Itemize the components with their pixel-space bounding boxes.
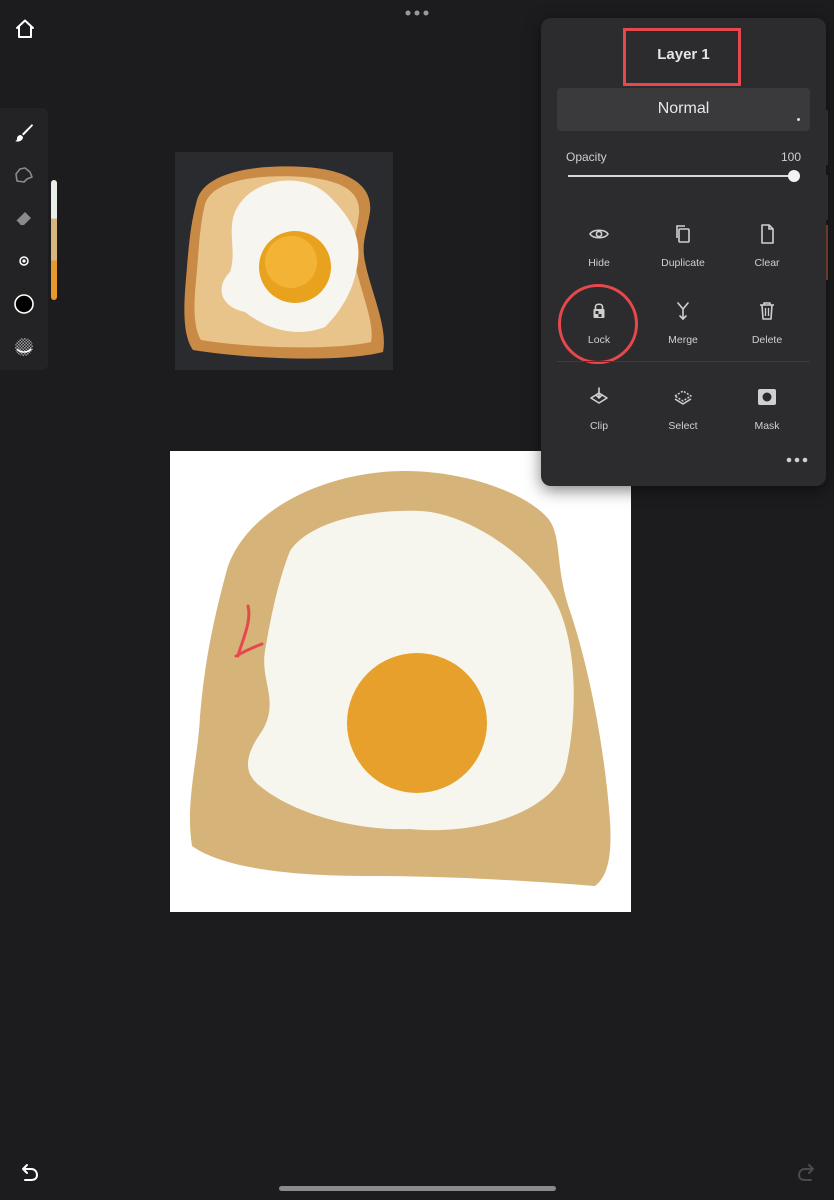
- duplicate-label: Duplicate: [661, 257, 705, 269]
- brush-icon: [15, 124, 33, 142]
- opacity-value: 100: [780, 150, 801, 164]
- document-icon: [761, 224, 774, 244]
- smudge-tool[interactable]: [10, 161, 38, 189]
- eraser-icon: [15, 212, 31, 226]
- redo-icon: [797, 1164, 814, 1181]
- left-toolbar: [0, 108, 48, 370]
- mask-icon: [758, 389, 776, 405]
- trash-icon: [760, 302, 774, 320]
- opacity-label: Opacity: [566, 150, 607, 164]
- merge-button[interactable]: Merge: [641, 299, 725, 359]
- edge-strip: [826, 225, 828, 280]
- opacity-slider-track[interactable]: [568, 175, 794, 177]
- brush-size-icon: [19, 256, 29, 266]
- opacity-icon: [15, 338, 33, 356]
- merge-icon: [677, 302, 689, 321]
- duplicate-icon: [676, 225, 690, 243]
- eye-icon: [589, 229, 609, 239]
- panel-more-button[interactable]: [785, 452, 809, 463]
- panel-divider: [557, 361, 810, 362]
- delete-label: Delete: [751, 334, 783, 346]
- clip-button[interactable]: Clip: [557, 385, 641, 445]
- ellipsis-icon: [405, 10, 429, 16]
- drawing-canvas[interactable]: [170, 451, 631, 912]
- layer-title[interactable]: Layer 1: [541, 46, 826, 63]
- edge-strip: [826, 110, 828, 165]
- color-icon: [14, 294, 34, 314]
- duplicate-button[interactable]: Duplicate: [641, 222, 725, 282]
- edge-strip: [826, 175, 828, 220]
- delete-button[interactable]: Delete: [725, 299, 809, 359]
- color-picker[interactable]: [10, 290, 38, 318]
- hide-label: Hide: [588, 257, 610, 269]
- canvas-artwork: [189, 471, 611, 886]
- blend-mode-value: Normal: [657, 100, 710, 117]
- home-button[interactable]: [12, 16, 38, 42]
- opacity-slider-thumb[interactable]: [788, 170, 800, 182]
- smudge-icon: [15, 167, 33, 183]
- blend-mode-selector[interactable]: Normal: [557, 88, 810, 131]
- select-button[interactable]: Select: [641, 385, 725, 445]
- redo-button[interactable]: [794, 1160, 820, 1186]
- mask-label: Mask: [754, 420, 780, 432]
- mask-button[interactable]: Mask: [725, 385, 809, 445]
- undo-button[interactable]: [16, 1160, 42, 1186]
- brush-size-slider[interactable]: [51, 180, 57, 300]
- reference-image[interactable]: [175, 152, 393, 370]
- lock-highlight-circle: [558, 284, 638, 364]
- blend-mode-indicator: [797, 118, 800, 121]
- brush-size-indicator[interactable]: [10, 247, 38, 275]
- hide-button[interactable]: Hide: [557, 222, 641, 282]
- egg-toast-photo: [184, 166, 384, 359]
- opacity-tool[interactable]: [10, 333, 38, 361]
- clear-button[interactable]: Clear: [725, 222, 809, 282]
- merge-label: Merge: [668, 334, 698, 346]
- brush-tool[interactable]: [10, 119, 38, 147]
- opacity-slider-fill: [568, 175, 794, 177]
- clip-icon: [590, 387, 608, 404]
- eraser-tool[interactable]: [10, 204, 38, 232]
- undo-icon: [22, 1164, 39, 1181]
- layer-options-panel: Layer 1 Normal Opacity 100 Hide Duplicat…: [541, 18, 826, 486]
- clear-label: Clear: [754, 257, 780, 269]
- ellipsis-icon: [786, 457, 808, 463]
- home-icon: [16, 19, 34, 38]
- select-label: Select: [668, 420, 698, 432]
- more-options-button[interactable]: [404, 6, 430, 20]
- home-indicator: [279, 1186, 556, 1191]
- select-icon: [674, 390, 692, 405]
- clip-label: Clip: [589, 420, 609, 432]
